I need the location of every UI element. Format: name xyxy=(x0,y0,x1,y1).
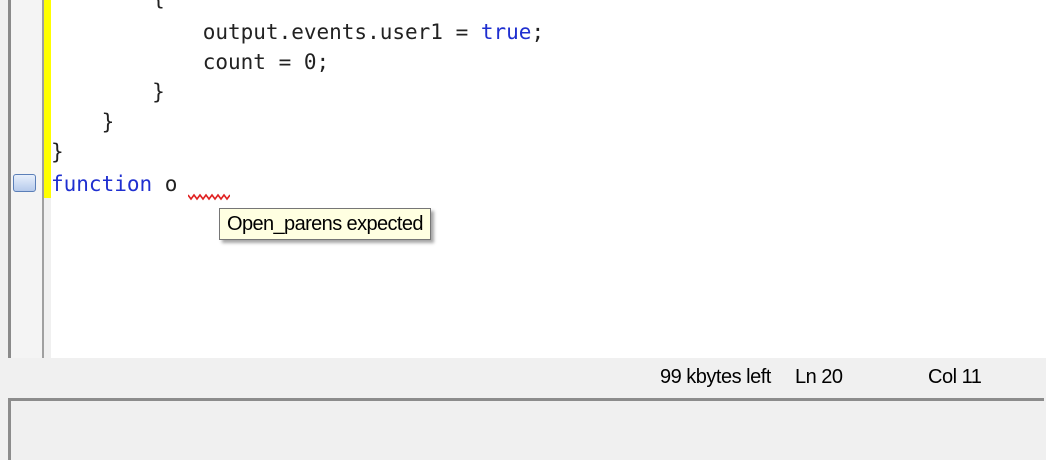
code-line: { xyxy=(51,0,165,13)
code-line: } xyxy=(152,80,165,104)
output-panel[interactable] xyxy=(8,398,1044,460)
bookmark-marker-icon[interactable] xyxy=(13,174,36,192)
code-editor[interactable]: { output.events.user1 = true; count = 0;… xyxy=(51,0,1046,358)
code-line: } xyxy=(51,140,64,164)
column-number-status: Col 11 xyxy=(928,366,982,388)
script-editor-window: { output.events.user1 = true; count = 0;… xyxy=(0,0,1046,460)
keyword-function: function xyxy=(51,172,153,196)
line-number-status: Ln 20 xyxy=(795,366,843,388)
keyword-true: true xyxy=(480,20,532,44)
code-line: } xyxy=(101,110,115,134)
error-tooltip: Open_parens expected xyxy=(219,208,431,240)
code-line: output.events.user1 = true; xyxy=(202,20,545,44)
modified-lines-bar xyxy=(44,0,51,198)
memory-status: 99 kbytes left xyxy=(660,366,771,388)
status-bar: 99 kbytes left Ln 20 Col 11 xyxy=(0,358,1046,396)
code-line: count = 0; xyxy=(202,50,330,74)
error-squiggle xyxy=(188,193,230,201)
current-code-line: function o xyxy=(51,172,178,196)
error-tooltip-text: Open_parens expected xyxy=(227,213,424,235)
